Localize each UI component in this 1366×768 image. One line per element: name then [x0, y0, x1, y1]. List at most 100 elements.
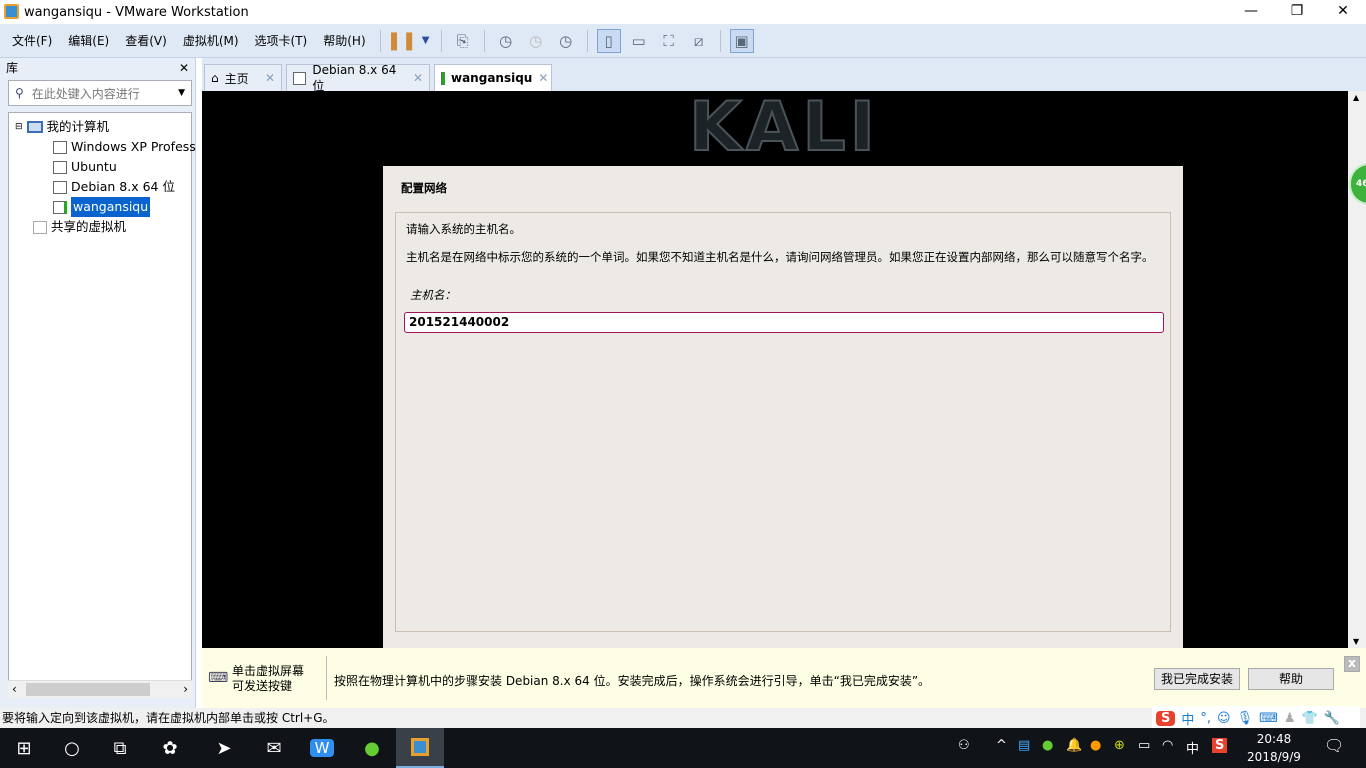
home-icon: ⌂ [211, 71, 219, 85]
chrome-icon[interactable]: ● [1090, 738, 1101, 753]
tree-vm-debian[interactable]: Debian 8.x 64 位 [53, 177, 175, 197]
tree-my-computer[interactable]: ⊟ 我的计算机 [15, 117, 109, 137]
vm-running-icon [53, 200, 67, 214]
battery-icon[interactable]: ▭ [1138, 738, 1150, 753]
prompt-text: 请输入系统的主机名。 [406, 222, 521, 236]
chevron-down-icon[interactable]: ▼ [178, 88, 185, 98]
fullscreen-icon[interactable]: ⛶ [657, 29, 681, 53]
ime-punct[interactable]: °, [1200, 711, 1211, 726]
tab-close-icon[interactable]: ✕ [265, 71, 275, 85]
sogou-tray-icon[interactable]: S [1212, 738, 1228, 753]
vm-tree: ⊟ 我的计算机 Windows XP Profess Ubuntu Debian … [8, 112, 196, 698]
360-tray-icon[interactable]: ● [1042, 738, 1053, 753]
search-icon: ⚲ [15, 86, 24, 100]
vm-icon [53, 140, 67, 154]
tree-shared-vms[interactable]: 共享的虚拟机 [33, 217, 126, 237]
library-search-input[interactable]: ⚲ 在此处键入内容进行 ▼ [8, 80, 192, 106]
shared-vm-icon [33, 220, 47, 234]
console-view-icon[interactable]: ▣ [729, 28, 754, 53]
title-bar: wangansiqu - VMware Workstation — ❐ ✕ [0, 0, 1366, 24]
kali-banner: KALI LINUX [656, 91, 907, 234]
library-horizontal-scrollbar[interactable]: ‹ › [8, 680, 192, 698]
tree-vm-wangansiqu[interactable]: wangansiqu [53, 197, 151, 217]
hint-close-button[interactable]: x [1344, 656, 1360, 672]
action-center-icon[interactable]: 🗨 [1324, 736, 1344, 755]
vmware-taskbar-icon[interactable] [396, 728, 444, 768]
vm-console[interactable]: KALI LINUX 配置网络 请输入系统的主机名。 主机名是在网络中标示您的系… [202, 91, 1348, 648]
minimize-button[interactable]: — [1228, 0, 1274, 24]
menu-view[interactable]: 查看(V) [117, 32, 175, 49]
chevron-down-icon[interactable]: ▼ [420, 29, 432, 53]
keyboard-icon: ⌨ [208, 670, 229, 686]
tree-vm-winxp[interactable]: Windows XP Profess [53, 137, 196, 157]
keyboard-icon[interactable]: ⌨ [1259, 711, 1278, 726]
vm-icon [53, 160, 67, 174]
snapshot-take-icon[interactable]: ◷ [494, 29, 518, 53]
task-view-icon[interactable]: ⧉ [96, 728, 144, 768]
emoji-icon[interactable]: ☺ [1217, 711, 1231, 726]
wrench-icon[interactable]: 🔧 [1324, 711, 1340, 726]
browser-360-icon[interactable]: ● [348, 728, 396, 768]
addon-icon[interactable]: ⊕ [1114, 738, 1125, 753]
finished-install-button[interactable]: 我已完成安装 [1154, 668, 1240, 690]
toolbar: 文件(F) 编辑(E) 查看(V) 虚拟机(M) 选项卡(T) 帮助(H) ❚❚… [0, 24, 1366, 58]
pause-icon[interactable]: ❚❚ [387, 29, 417, 53]
show-library-icon[interactable]: ▯ [596, 28, 621, 53]
unity-icon[interactable]: ⧄ [687, 29, 711, 53]
close-button[interactable]: ✕ [1320, 0, 1366, 24]
menu-tabs[interactable]: 选项卡(T) [247, 32, 316, 49]
app-pinwheel-icon[interactable]: ✿ [146, 728, 194, 768]
people-icon[interactable]: ⚇ [958, 738, 970, 753]
snapshot-revert-icon[interactable]: ◷ [524, 29, 548, 53]
thumbnail-bar-icon[interactable]: ▭ [627, 29, 651, 53]
clock[interactable]: 20:48 2018/9/9 [1246, 730, 1302, 766]
library-panel: 库 ✕ ⚲ 在此处键入内容进行 ▼ ⊟ 我的计算机 Windows XP Profe… [0, 58, 196, 708]
section-title: 配置网络 [401, 181, 447, 195]
app-feishu-icon[interactable]: ➤ [200, 728, 248, 768]
tab-wangansiqu[interactable]: wangansiqu ✕ [434, 64, 552, 91]
tree-vm-ubuntu[interactable]: Ubuntu [53, 157, 117, 177]
hostname-input[interactable]: 201521440002 [404, 312, 1164, 333]
hostname-form: 请输入系统的主机名。 主机名是在网络中标示您的系统的一个单词。如果您不知道主机名… [395, 212, 1171, 632]
vmware-icon [4, 4, 19, 19]
vm-icon [53, 180, 67, 194]
mail-icon[interactable]: ✉ [250, 728, 298, 768]
snapshot-manager-icon[interactable]: ◷ [554, 29, 578, 53]
computer-icon [26, 121, 43, 133]
menu-file[interactable]: 文件(F) [4, 32, 60, 49]
sogou-icon[interactable]: S [1156, 710, 1176, 726]
click-to-send-keys-text: 单击虚拟屏幕 可发送按键 [232, 664, 305, 693]
mic-icon[interactable]: 🎙 [1237, 711, 1254, 726]
start-windows-icon[interactable]: ⊞ [0, 728, 48, 768]
wifi-icon[interactable]: ◠ [1162, 738, 1173, 753]
user-icon[interactable]: ♟ [1284, 711, 1296, 726]
tab-home[interactable]: ⌂ 主页 ✕ [204, 64, 282, 91]
vm-icon [293, 71, 307, 85]
ime-toolbar: S 中 °, ☺ 🎙 ⌨ ♟ 👕 🔧 [1152, 706, 1360, 730]
tray-lang[interactable]: 中 [1186, 738, 1199, 757]
library-title: 库 [6, 61, 19, 75]
library-close-button[interactable]: ✕ [179, 58, 189, 78]
taskbar: ⊞ ○ ⧉ ✿ ➤ ✉ W ● ⚇ ^ ▤ ● 🔔 ● ⊕ ▭ ◠ 中 S 20… [0, 728, 1366, 768]
tab-close-icon[interactable]: ✕ [538, 71, 548, 85]
hostname-label: 主机名： [410, 288, 456, 302]
notification-bell-icon[interactable]: 🔔 [1066, 738, 1082, 753]
skin-icon[interactable]: 👕 [1302, 711, 1318, 726]
chevron-up-icon[interactable]: ^ [996, 738, 1007, 753]
hint-message: 按照在物理计算机中的步骤安装 Debian 8.x 64 位。安装完成后，操作系… [334, 674, 931, 688]
cortana-icon[interactable]: ○ [48, 728, 96, 768]
chat-icon[interactable]: ▤ [1018, 738, 1030, 753]
help-button[interactable]: 帮助 [1248, 668, 1334, 690]
search-placeholder: 在此处键入内容进行 [31, 86, 140, 101]
send-keys-icon[interactable]: ⎘ [451, 29, 475, 53]
maximize-button[interactable]: ❐ [1274, 0, 1320, 24]
wps-icon[interactable]: W [298, 728, 346, 768]
menu-edit[interactable]: 编辑(E) [60, 32, 117, 49]
menu-help[interactable]: 帮助(H) [315, 32, 373, 49]
ime-lang[interactable]: 中 [1181, 709, 1194, 728]
tab-debian[interactable]: Debian 8.x 64 位 ✕ [286, 63, 430, 93]
menu-vm[interactable]: 虚拟机(M) [175, 32, 247, 49]
vm-running-icon [441, 71, 445, 85]
install-hint-bar: ⌨ 单击虚拟屏幕 可发送按键 按照在物理计算机中的步骤安装 Debian 8.x … [202, 648, 1366, 708]
tab-close-icon[interactable]: ✕ [413, 71, 423, 85]
